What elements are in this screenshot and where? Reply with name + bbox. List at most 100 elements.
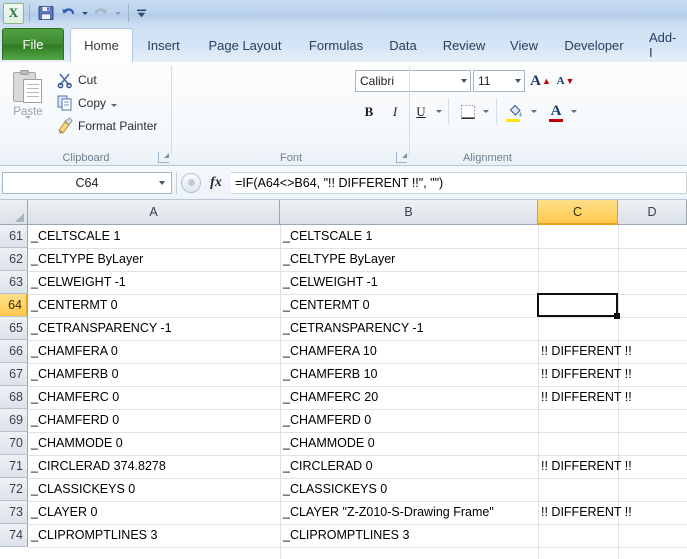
row-header-61[interactable]: 61 (0, 225, 28, 248)
column-header-a[interactable]: A (28, 200, 280, 225)
cell-a68[interactable]: _CHAMFERC 0 (28, 386, 278, 408)
cell-b71[interactable]: _CIRCLERAD 0 (280, 455, 536, 477)
cell-b64[interactable]: _CENTERMT 0 (280, 294, 536, 316)
cell-b66[interactable]: _CHAMFERA 10 (280, 340, 536, 362)
cell-a64[interactable]: _CENTERMT 0 (28, 294, 278, 316)
formula-input[interactable]: =IF(A64<>B64, "!! DIFFERENT !!", "") (231, 171, 687, 194)
cell-a71[interactable]: _CIRCLERAD 374.8278 (28, 455, 278, 477)
name-box-dropdown-icon[interactable] (159, 180, 165, 185)
row-header-63[interactable]: 63 (0, 271, 28, 294)
row-header-68[interactable]: 68 (0, 386, 28, 409)
paste-dropdown-icon[interactable] (25, 116, 31, 137)
cell-a74[interactable]: _CLIPROMPTLINES 3 (28, 524, 278, 546)
cell-c72[interactable] (538, 478, 616, 500)
insert-function-icon[interactable]: fx (201, 175, 231, 191)
cell-c69[interactable] (538, 409, 616, 431)
tab-data[interactable]: Data (377, 28, 429, 62)
ribbon-group-clipboard: Paste Cut Copy Format Painter Clipboard (0, 62, 172, 166)
cell-a65[interactable]: _CETRANSPARENCY -1 (28, 317, 278, 339)
redo-icon[interactable] (90, 2, 112, 24)
copy-button[interactable]: Copy (56, 91, 118, 114)
row-header-64[interactable]: 64 (0, 294, 28, 317)
column-header-d[interactable]: D (618, 200, 687, 225)
cell-b70[interactable]: _CHAMMODE 0 (280, 432, 536, 454)
undo-icon[interactable] (57, 2, 79, 24)
row-header-62[interactable]: 62 (0, 248, 28, 271)
cell-a62[interactable]: _CELTYPE ByLayer (28, 248, 278, 270)
row-header-74[interactable]: 74 (0, 524, 28, 547)
cell-a70[interactable]: _CHAMMODE 0 (28, 432, 278, 454)
cell-b72[interactable]: _CLASSICKEYS 0 (280, 478, 536, 500)
redo-dropdown-icon[interactable] (112, 2, 123, 24)
format-painter-label: Format Painter (78, 118, 158, 133)
cell-b67[interactable]: _CHAMFERB 10 (280, 363, 536, 385)
cell-a72[interactable]: _CLASSICKEYS 0 (28, 478, 278, 500)
cell-c67[interactable]: !! DIFFERENT !! (538, 363, 687, 385)
name-box[interactable]: C64 (2, 171, 172, 194)
tab-view[interactable]: View (499, 28, 549, 62)
cell-b73[interactable]: _CLAYER "Z-Z010-S-Drawing Frame" (280, 501, 537, 523)
row-header-67[interactable]: 67 (0, 363, 28, 386)
fill-handle[interactable] (614, 313, 620, 319)
copy-label: Copy (78, 95, 107, 110)
undo-dropdown-icon[interactable] (79, 2, 90, 24)
column-header-c[interactable]: C (538, 200, 618, 225)
cell-c62[interactable] (538, 248, 616, 270)
font-dialog-launcher[interactable] (396, 152, 407, 163)
table-row: _CIRCLERAD 374.8278 _CIRCLERAD 0 !! DIFF… (28, 455, 687, 478)
select-all-button[interactable] (0, 200, 28, 225)
row-header-70[interactable]: 70 (0, 432, 28, 455)
cell-a61[interactable]: _CELTSCALE 1 (28, 225, 278, 247)
cell-c63[interactable] (538, 271, 616, 293)
tab-file[interactable]: File (2, 28, 64, 60)
cell-c74[interactable] (538, 524, 616, 546)
cell-a69[interactable]: _CHAMFERD 0 (28, 409, 278, 431)
cell-c68[interactable]: !! DIFFERENT !! (538, 386, 687, 408)
clipboard-dialog-launcher[interactable] (158, 152, 169, 163)
row-header-66[interactable]: 66 (0, 340, 28, 363)
tab-review[interactable]: Review (432, 28, 496, 62)
tab-formulas[interactable]: Formulas (298, 28, 374, 62)
row-header-73[interactable]: 73 (0, 501, 28, 524)
format-painter-button[interactable]: Format Painter (56, 114, 157, 137)
cell-c73[interactable]: !! DIFFERENT !! (538, 501, 687, 523)
cell-c65[interactable] (538, 317, 616, 339)
cell-c71[interactable]: !! DIFFERENT !! (538, 455, 687, 477)
column-header-b[interactable]: B (280, 200, 538, 225)
cell-c66[interactable]: !! DIFFERENT !! (538, 340, 687, 362)
cut-button[interactable]: Cut (56, 68, 97, 91)
cell-c61[interactable] (538, 225, 616, 247)
copy-dropdown-icon[interactable] (111, 96, 118, 110)
save-icon[interactable] (35, 2, 57, 24)
tab-add-ins[interactable]: Add-I (639, 28, 687, 62)
cell-c70[interactable] (538, 432, 616, 454)
formula-bar-expand-button[interactable] (181, 172, 201, 193)
tab-developer[interactable]: Developer (552, 28, 636, 62)
cell-c64[interactable] (538, 294, 616, 316)
tab-home[interactable]: Home (70, 28, 133, 62)
cell-a73[interactable]: _CLAYER 0 (28, 501, 278, 523)
cell-b69[interactable]: _CHAMFERD 0 (280, 409, 536, 431)
paste-button[interactable]: Paste (6, 67, 50, 141)
row-header-71[interactable]: 71 (0, 455, 28, 478)
cell-b61[interactable]: _CELTSCALE 1 (280, 225, 536, 247)
cell-b62[interactable]: _CELTYPE ByLayer (280, 248, 536, 270)
cell-a66[interactable]: _CHAMFERA 0 (28, 340, 278, 362)
table-row: _CHAMFERA 0 _CHAMFERA 10 !! DIFFERENT !! (28, 340, 687, 363)
tab-insert[interactable]: Insert (136, 28, 191, 62)
cell-b65[interactable]: _CETRANSPARENCY -1 (280, 317, 536, 339)
cell-a67[interactable]: _CHAMFERB 0 (28, 363, 278, 385)
bold-button[interactable]: B (358, 100, 380, 123)
tab-page-layout[interactable]: Page Layout (195, 28, 295, 62)
customize-qat-icon[interactable] (134, 2, 148, 24)
formula-bar: C64 fx =IF(A64<>B64, "!! DIFFERENT !!", … (0, 166, 687, 200)
row-header-72[interactable]: 72 (0, 478, 28, 501)
italic-button[interactable]: I (384, 100, 406, 123)
paintbrush-icon (56, 116, 74, 135)
cell-b63[interactable]: _CELWEIGHT -1 (280, 271, 536, 293)
row-header-69[interactable]: 69 (0, 409, 28, 432)
row-header-65[interactable]: 65 (0, 317, 28, 340)
cell-a63[interactable]: _CELWEIGHT -1 (28, 271, 278, 293)
cell-b68[interactable]: _CHAMFERC 20 (280, 386, 536, 408)
cell-b74[interactable]: _CLIPROMPTLINES 3 (280, 524, 536, 546)
